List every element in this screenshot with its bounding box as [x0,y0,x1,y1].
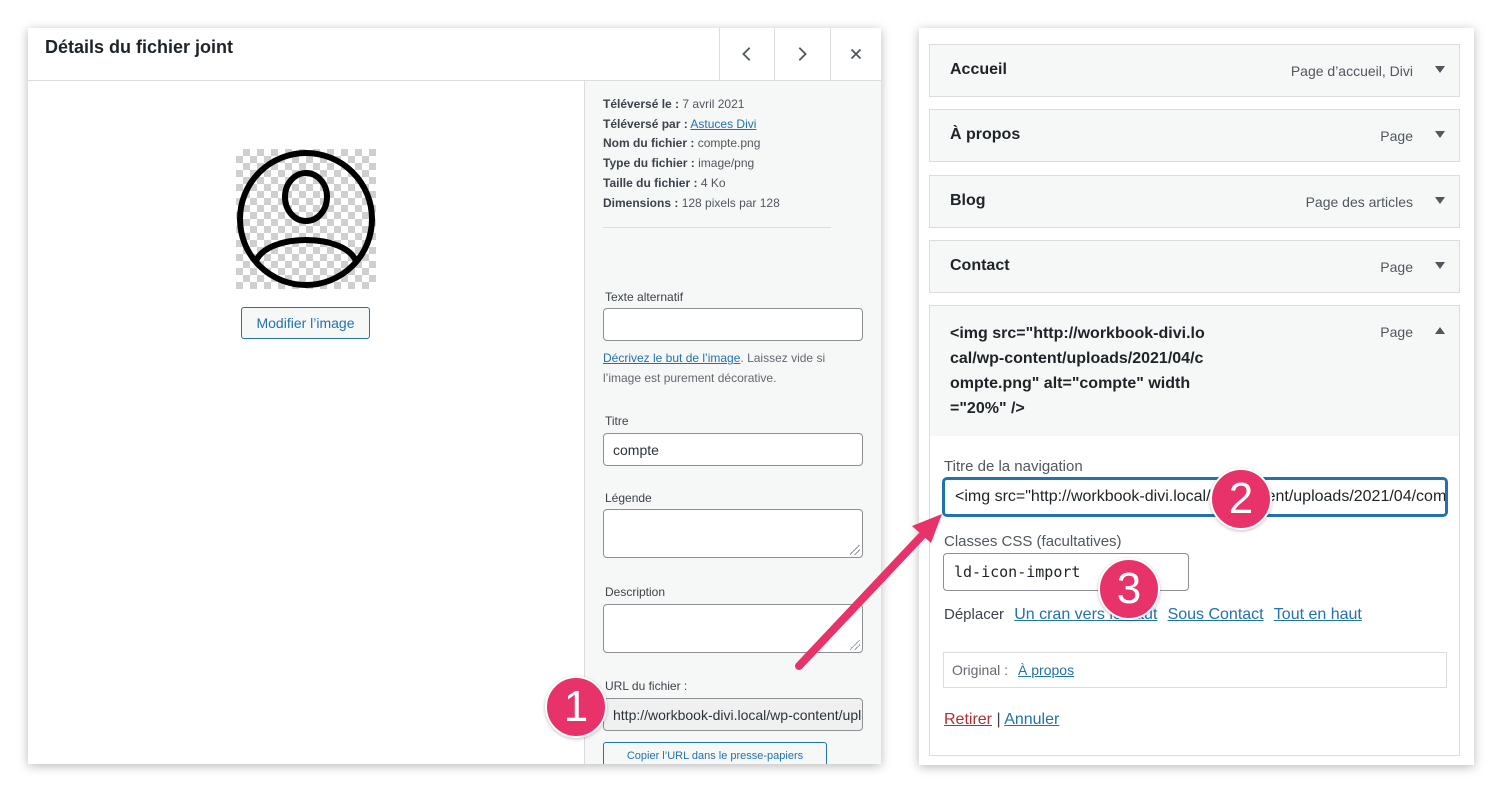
user-account-icon [237,150,375,288]
action-separator: | [996,711,1001,728]
file-metadata: Téléversé le : 7 avril 2021 Téléversé pa… [603,95,780,213]
uploaded-on-label: Téléversé le : [603,97,680,111]
caret-down-icon[interactable] [1435,131,1445,138]
close-icon [850,48,862,60]
description-textarea[interactable] [603,604,863,653]
navigation-label-label: Titre de la navigation [944,458,1083,475]
title-input[interactable]: compte [603,433,863,466]
attachment-details-modal: Détails du fichier joint Modifier l’imag… [28,28,881,764]
file-type-row: Type du fichier : image/png [603,154,780,174]
menu-item-type: Page [1380,324,1413,340]
menu-item-settings: Titre de la navigation <img src="http://… [929,436,1460,756]
modal-title: Détails du fichier joint [45,37,234,57]
image-preview-area: Modifier l’image [28,81,584,764]
menu-item-a-propos[interactable]: À propos Page [929,109,1460,162]
resize-handle-icon[interactable] [850,545,860,555]
uploaded-on-row: Téléversé le : 7 avril 2021 [603,95,780,115]
previous-button[interactable] [719,28,773,80]
menu-item-blog[interactable]: Blog Page des articles [929,175,1460,228]
item-actions: Retirer | Annuler [944,711,1059,729]
dimensions-row: Dimensions : 128 pixels par 128 [603,194,780,214]
uploaded-on-value: 7 avril 2021 [682,97,745,111]
attachment-details-sidebar: Téléversé le : 7 avril 2021 Téléversé pa… [584,81,881,764]
original-label: Original : [952,662,1009,678]
file-size-value: 4 Ko [700,175,726,190]
alt-text-help: Décrivez le but de l’image. Laissez vide… [603,348,865,388]
caret-down-icon[interactable] [1435,262,1445,269]
caret-up-icon[interactable] [1435,327,1445,334]
original-link[interactable]: À propos [1018,662,1074,678]
menu-item-title: <img src="http://workbook-divi.local/wp-… [950,325,1205,417]
menu-item-type: Page d’accueil, Divi [1290,63,1413,79]
title-label: Titre [605,414,629,428]
menu-item-type: Page [1380,259,1413,275]
next-button[interactable] [774,28,828,80]
resize-handle-icon[interactable] [850,640,860,650]
menu-item-title: Blog [950,192,986,209]
menu-item-contact[interactable]: Contact Page [929,240,1460,293]
alt-text-label: Texte alternatif [605,290,684,304]
menu-item-type: Page [1380,128,1413,144]
remove-link[interactable]: Retirer [944,711,992,728]
file-name-value: compte.png [697,136,761,151]
file-name-row: Nom du fichier : compte.png [603,134,780,154]
menu-item-title: À propos [950,126,1021,143]
chevron-left-icon [741,47,750,61]
uploaded-by-row: Téléversé par : Astuces Divi [603,115,780,135]
alt-text-input[interactable] [603,308,863,341]
description-label: Description [605,585,666,599]
menu-structure-panel: Accueil Page d’accueil, Divi À propos Pa… [919,28,1474,765]
caption-textarea[interactable] [603,509,863,558]
edit-image-button[interactable]: Modifier l’image [241,307,370,339]
menu-item-type: Page des articles [1305,194,1413,210]
uploaded-by-label: Téléversé par : [603,116,688,131]
alt-text-help-link[interactable]: Décrivez le but de l’image [603,351,740,365]
file-url-label: URL du fichier : [605,679,688,693]
step-badge-2: 2 [1210,468,1272,530]
file-type-label: Type du fichier : [603,156,695,171]
original-box: Original : À propos [943,652,1447,688]
menu-item-accueil[interactable]: Accueil Page d’accueil, Divi [929,44,1460,97]
file-type-value: image/png [698,156,755,171]
close-button[interactable] [830,28,881,80]
menu-item-title: Contact [950,257,1010,274]
image-thumbnail [236,149,376,289]
caret-down-icon[interactable] [1435,66,1445,73]
dimensions-label: Dimensions : [603,195,679,210]
copy-url-button[interactable]: Copier l’URL dans le presse-papiers [603,742,827,764]
file-size-label: Taille du fichier : [603,175,698,190]
move-label: Déplacer [944,606,1005,623]
menu-item-image-open[interactable]: <img src="http://workbook-divi.local/wp-… [929,305,1460,437]
step-badge-3: 3 [1098,558,1160,620]
uploaded-by-link[interactable]: Astuces Divi [690,117,756,131]
chevron-right-icon [798,47,807,61]
divider [603,227,831,228]
file-name-label: Nom du fichier : [603,136,695,151]
step-badge-1: 1 [545,676,607,738]
caption-label: Légende [605,491,652,505]
file-url-field[interactable]: http://workbook-divi.local/wp-content/up… [603,698,863,731]
caret-down-icon[interactable] [1435,197,1445,204]
move-under-contact-link[interactable]: Sous Contact [1168,606,1264,623]
dimensions-value: 128 pixels par 128 [681,195,780,210]
navigation-label-input[interactable]: <img src="http://workbook-divi.local/wp-… [943,478,1447,516]
menu-item-title: Accueil [950,61,1007,78]
move-to-top-link[interactable]: Tout en haut [1274,606,1362,623]
cancel-link[interactable]: Annuler [1004,711,1059,728]
file-size-row: Taille du fichier : 4 Ko [603,174,780,194]
css-classes-label: Classes CSS (facultatives) [944,533,1122,550]
modal-header: Détails du fichier joint [28,28,881,81]
